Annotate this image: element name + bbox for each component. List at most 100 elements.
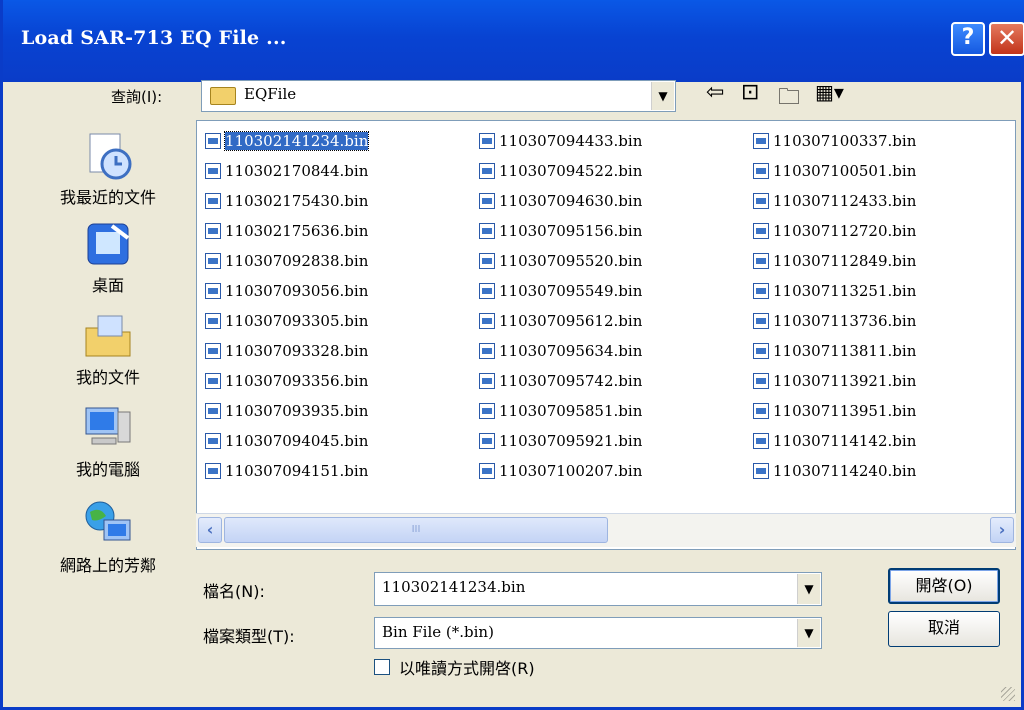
chevron-down-icon[interactable]: ▼ xyxy=(797,574,820,604)
readonly-checkbox[interactable] xyxy=(374,659,390,675)
place-desktop[interactable]: 桌面 xyxy=(23,218,193,296)
file-item[interactable]: 110307095921.bin xyxy=(479,427,642,455)
file-name: 110307113811.bin xyxy=(773,342,917,360)
file-name: 110307095612.bin xyxy=(499,312,643,330)
file-item[interactable]: 110307093356.bin xyxy=(205,367,368,395)
scroll-left-icon[interactable]: ‹ xyxy=(198,517,222,543)
file-item[interactable]: 110307094151.bin xyxy=(205,457,368,485)
file-name: 110307100501.bin xyxy=(773,162,917,180)
file-name: 110302170844.bin xyxy=(225,162,369,180)
bin-file-icon xyxy=(753,463,769,479)
file-name: 110307112720.bin xyxy=(773,222,917,240)
cancel-button[interactable]: 取消 xyxy=(888,611,1000,647)
close-button[interactable]: ✕ xyxy=(989,22,1024,56)
file-item[interactable]: 110307113951.bin xyxy=(753,397,916,425)
filetype-select[interactable]: Bin File (*.bin) ▼ xyxy=(374,617,822,649)
bin-file-icon xyxy=(205,433,221,449)
bin-file-icon xyxy=(205,193,221,209)
file-item[interactable]: 110307112720.bin xyxy=(753,217,916,245)
place-my-computer[interactable]: 我的電腦 xyxy=(23,402,193,480)
file-item[interactable]: 110307093305.bin xyxy=(205,307,368,335)
filename-value: 110302141234.bin xyxy=(382,578,526,596)
bin-file-icon xyxy=(205,223,221,239)
file-item[interactable]: 110307095156.bin xyxy=(479,217,642,245)
file-item[interactable]: 110307095612.bin xyxy=(479,307,642,335)
scrollbar-thumb[interactable]: III xyxy=(224,517,608,543)
help-button[interactable]: ? xyxy=(951,22,985,56)
bin-file-icon xyxy=(479,433,495,449)
file-item[interactable]: 110307095549.bin xyxy=(479,277,642,305)
back-icon[interactable]: ⇦ xyxy=(706,80,724,105)
file-item[interactable]: 110307100501.bin xyxy=(753,157,916,185)
readonly-checkbox-label[interactable]: 以唯讀方式開啓(R) xyxy=(399,655,535,679)
file-item[interactable]: 110302175430.bin xyxy=(205,187,368,215)
filetype-value: Bin File (*.bin) xyxy=(382,623,494,641)
file-item[interactable]: 110307094522.bin xyxy=(479,157,642,185)
file-name: 110307094630.bin xyxy=(499,192,643,210)
file-name: 110307095156.bin xyxy=(499,222,643,240)
place-my-documents[interactable]: 我的文件 xyxy=(23,310,193,388)
file-name: 110307112849.bin xyxy=(773,252,917,270)
new-folder-icon[interactable]: 🗀 xyxy=(778,80,800,118)
bin-file-icon xyxy=(753,193,769,209)
file-item[interactable]: 110307094433.bin xyxy=(479,127,642,155)
file-item[interactable]: 110302141234.bin xyxy=(205,127,370,155)
file-item[interactable]: 110307095851.bin xyxy=(479,397,642,425)
file-item[interactable]: 110307094630.bin xyxy=(479,187,642,215)
bin-file-icon xyxy=(205,253,221,269)
scroll-right-icon[interactable]: › xyxy=(990,517,1014,543)
file-item[interactable]: 110307113921.bin xyxy=(753,367,916,395)
file-item[interactable]: 110307093056.bin xyxy=(205,277,368,305)
bin-file-icon xyxy=(479,403,495,419)
my-documents-icon xyxy=(85,315,131,357)
file-name: 110302141234.bin xyxy=(223,131,370,151)
file-item[interactable]: 110307093328.bin xyxy=(205,337,368,365)
bin-file-icon xyxy=(205,313,221,329)
recent-documents-icon xyxy=(89,133,132,180)
file-name: 110307095549.bin xyxy=(499,282,643,300)
bin-file-icon xyxy=(479,463,495,479)
look-in-dropdown[interactable]: EQFile ▼ xyxy=(201,80,676,112)
file-item[interactable]: 110307100337.bin xyxy=(753,127,916,155)
filename-label: 檔名(N): xyxy=(203,582,265,601)
bin-file-icon xyxy=(753,433,769,449)
file-item[interactable]: 110307095742.bin xyxy=(479,367,642,395)
file-list[interactable]: 110302141234.bin 110302170844.bin 11030217… xyxy=(196,120,1016,550)
bin-file-icon xyxy=(205,373,221,389)
bin-file-icon xyxy=(479,253,495,269)
bin-file-icon xyxy=(753,253,769,269)
file-item[interactable]: 110307093935.bin xyxy=(205,397,368,425)
file-item[interactable]: 110307095634.bin xyxy=(479,337,642,365)
file-item[interactable]: 110307114142.bin xyxy=(753,427,916,455)
open-button[interactable]: 開啓(O) xyxy=(888,568,1000,604)
chevron-down-icon[interactable]: ▼ xyxy=(797,619,820,647)
place-network[interactable]: 網路上的芳鄰 xyxy=(23,498,193,576)
file-item[interactable]: 110307100207.bin xyxy=(479,457,642,485)
filename-input[interactable]: 110302141234.bin ▼ xyxy=(374,572,822,606)
file-item[interactable]: 110307094045.bin xyxy=(205,427,368,455)
file-item[interactable]: 110307112433.bin xyxy=(753,187,916,215)
file-item[interactable]: 110302175636.bin xyxy=(205,217,368,245)
network-places-icon xyxy=(85,501,131,541)
file-item[interactable]: 110307113811.bin xyxy=(753,337,916,365)
file-item[interactable]: 110307112849.bin xyxy=(753,247,916,275)
file-name: 110307092838.bin xyxy=(225,252,369,270)
place-recent[interactable]: 我最近的文件 xyxy=(23,130,193,208)
bin-file-icon xyxy=(753,133,769,149)
file-item[interactable]: 110307113251.bin xyxy=(753,277,916,305)
look-in-label: 查詢(I): xyxy=(111,88,163,106)
file-name: 110307095742.bin xyxy=(499,372,643,390)
resize-grip-icon[interactable] xyxy=(1001,687,1015,701)
file-item[interactable]: 110302170844.bin xyxy=(205,157,368,185)
up-folder-icon[interactable]: ⊡ xyxy=(741,80,759,105)
file-item[interactable]: 110307092838.bin xyxy=(205,247,368,275)
file-item[interactable]: 110307095520.bin xyxy=(479,247,642,275)
file-item[interactable]: 110307114240.bin xyxy=(753,457,916,485)
bin-file-icon xyxy=(753,223,769,239)
file-name: 110307094433.bin xyxy=(499,132,643,150)
file-name: 110307112433.bin xyxy=(773,192,917,210)
chevron-down-icon[interactable]: ▼ xyxy=(651,82,674,110)
view-menu-icon[interactable]: ▦▾ xyxy=(815,80,844,104)
file-item[interactable]: 110307113736.bin xyxy=(753,307,916,335)
horizontal-scrollbar[interactable]: ‹ III › xyxy=(196,513,1016,547)
